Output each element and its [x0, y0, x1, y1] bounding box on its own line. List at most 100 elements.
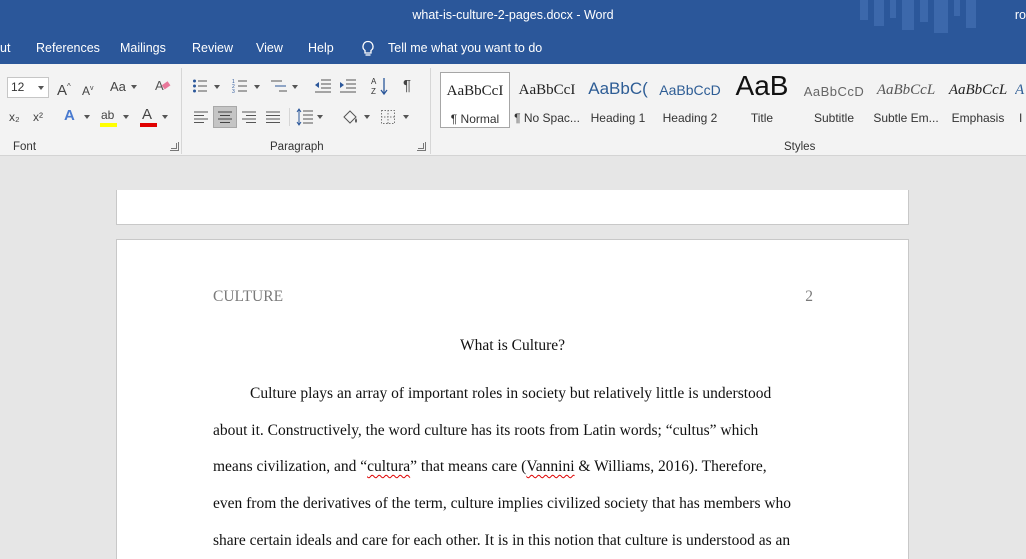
style-label: ¶ No Spac...: [514, 111, 580, 125]
style-subtle-emphasis[interactable]: AaBbCcL Subtle Em...: [871, 72, 941, 128]
lightbulb-icon: [362, 40, 374, 56]
chevron-down-icon: [123, 115, 129, 119]
style-subtitle[interactable]: AaBbCcD Subtitle: [799, 72, 869, 128]
text-effects-icon[interactable]: A: [64, 107, 75, 125]
align-center-button[interactable]: [213, 106, 237, 128]
previous-page-bottom: [116, 190, 909, 225]
clear-formatting-icon[interactable]: A: [154, 77, 172, 95]
body-line-5: share certain ideals and care for each o…: [213, 532, 791, 549]
body-line-3: means civilization, and “cultura” that m…: [213, 458, 819, 476]
chevron-down-icon: [254, 85, 260, 89]
tell-me-label: Tell me what you want to do: [388, 41, 543, 55]
style-emphasis[interactable]: AaBbCcL Emphasis: [943, 72, 1013, 128]
ribbon: 12 A^ Av Aa A x₂ x² A ab A Font 1 2 3 A …: [0, 64, 1026, 156]
align-right-icon[interactable]: [241, 110, 257, 124]
svg-text:Z: Z: [371, 87, 376, 96]
style-preview: AaBbCcI: [518, 82, 576, 98]
font-color-swatch: [140, 123, 157, 127]
style-label: Emphasis: [951, 111, 1005, 125]
document-title: What is Culture?: [459, 337, 566, 354]
style-heading-2[interactable]: AaBbCcD Heading 2: [655, 72, 725, 128]
chevron-down-icon: [162, 115, 168, 119]
style-preview: AaBbCcD: [803, 84, 865, 99]
style-intense-emphasis[interactable]: A I: [1015, 72, 1026, 128]
style-label: Heading 2: [662, 111, 718, 125]
title-bar: what-is-culture-2-pages.docx - Word ro: [0, 0, 1026, 33]
svg-text:3: 3: [232, 89, 235, 94]
style-preview: A: [1015, 82, 1025, 98]
tab-layout[interactable]: ut: [0, 41, 10, 55]
style-label: I: [1019, 111, 1023, 125]
ribbon-tabs: ut References Mailings Review View Help …: [0, 33, 1026, 64]
font-size-dropdown[interactable]: 12: [7, 77, 49, 98]
divider: [289, 108, 290, 126]
body-line-4: even from the derivatives of the term, c…: [213, 495, 792, 512]
page-number: 2: [805, 288, 813, 305]
style-no-spacing[interactable]: AaBbCcI ¶ No Spac...: [512, 72, 582, 128]
body-line-1: Culture plays an array of important role…: [250, 385, 772, 402]
style-preview: AaBbCcD: [659, 82, 721, 98]
running-header: CULTURE: [213, 288, 284, 305]
style-label: Title: [750, 111, 774, 125]
numbering-icon[interactable]: 1 2 3: [232, 78, 248, 94]
group-separator: [430, 68, 431, 154]
chevron-down-icon: [292, 85, 298, 89]
style-preview: AaBbCcL: [948, 82, 1008, 98]
style-normal[interactable]: AaBbCcI ¶ Normal: [440, 72, 510, 128]
align-left-icon[interactable]: [193, 110, 209, 124]
grow-font-icon[interactable]: A^: [57, 78, 71, 100]
justify-icon[interactable]: [265, 110, 281, 124]
style-heading-1[interactable]: AaBbC( Heading 1: [583, 72, 653, 128]
sort-icon[interactable]: AZ: [371, 76, 389, 96]
account-name[interactable]: ro: [1015, 8, 1026, 22]
shrink-font-icon[interactable]: Av: [82, 80, 94, 100]
chevron-down-icon: [403, 115, 409, 119]
decrease-indent-icon[interactable]: [314, 78, 332, 94]
style-title[interactable]: AaB Title: [727, 70, 797, 128]
chevron-down-icon: [131, 85, 137, 89]
style-label: Subtle Em...: [873, 111, 939, 125]
tab-mailings[interactable]: Mailings: [120, 41, 166, 55]
change-case-icon[interactable]: Aa: [110, 78, 126, 96]
tab-references[interactable]: References: [36, 41, 100, 55]
text-run: & Williams, 2016). Therefore,: [574, 458, 767, 475]
window-title: what-is-culture-2-pages.docx - Word: [412, 8, 614, 22]
borders-icon[interactable]: [380, 109, 396, 125]
misspelled-word[interactable]: Vannini: [526, 458, 574, 475]
bullets-icon[interactable]: [192, 78, 208, 94]
multilevel-list-icon[interactable]: [270, 78, 288, 94]
tab-view[interactable]: View: [256, 41, 283, 55]
align-center-icon: [218, 111, 232, 123]
style-preview: AaBbC(: [588, 79, 648, 98]
line-spacing-icon[interactable]: [296, 108, 314, 126]
paragraph-dialog-launcher[interactable]: [417, 142, 426, 151]
font-group-label: Font: [13, 141, 37, 153]
document-page[interactable]: CULTURE 2 What is Culture? Culture plays…: [116, 239, 909, 559]
chevron-down-icon: [84, 115, 90, 119]
style-preview: AaB: [735, 70, 789, 101]
paragraph-group-label: Paragraph: [270, 141, 324, 153]
style-label: Subtitle: [813, 111, 855, 125]
subscript-icon[interactable]: x₂: [9, 108, 20, 126]
superscript-icon[interactable]: x²: [33, 108, 43, 126]
increase-indent-icon[interactable]: [339, 78, 357, 94]
shading-icon[interactable]: [341, 108, 359, 126]
tab-help[interactable]: Help: [308, 41, 334, 55]
style-preview: AaBbCcL: [876, 82, 936, 98]
style-label: ¶ Normal: [450, 112, 500, 126]
font-size-value: 12: [11, 80, 25, 94]
group-separator: [181, 68, 182, 154]
show-marks-icon[interactable]: ¶: [403, 77, 411, 95]
font-dialog-launcher[interactable]: [170, 142, 179, 151]
body-line-2: about it. Constructively, the word cultu…: [213, 422, 759, 439]
misspelled-word[interactable]: cultura: [367, 458, 410, 475]
chevron-down-icon: [364, 115, 370, 119]
tab-review[interactable]: Review: [192, 41, 233, 55]
highlight-icon[interactable]: ab: [101, 106, 114, 124]
text-run: means civilization, and “: [213, 458, 368, 475]
text-run: ” that means care (: [410, 458, 527, 475]
font-color-icon[interactable]: A: [142, 106, 152, 124]
styles-gallery: AaBbCcI ¶ Normal AaBbCcI ¶ No Spac... Aa…: [440, 70, 1026, 132]
chevron-down-icon: [317, 115, 323, 119]
svg-text:A: A: [371, 77, 377, 86]
